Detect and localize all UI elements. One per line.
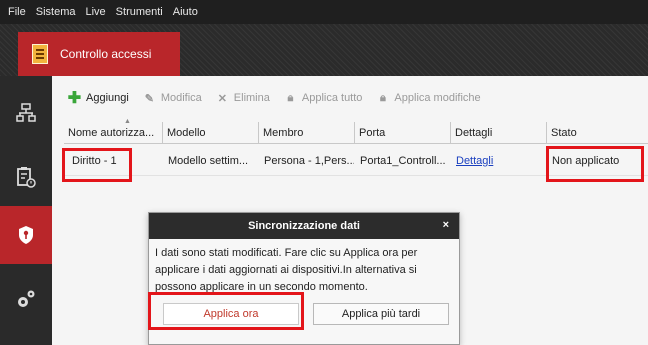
cell-status: Non applicato: [552, 155, 620, 167]
device-tree-icon: [16, 103, 36, 122]
apply-changes-label: Applica modifiche: [394, 92, 481, 104]
menu-bar: File Sistema Live Strumenti Aiuto: [0, 0, 648, 24]
dialog-message: I dati sono stati modificati. Fare clic …: [155, 247, 418, 293]
dialog-title-bar: Sincronizzazione dati ×: [149, 213, 459, 239]
edit-label: Modifica: [160, 92, 202, 104]
table-header: ▲ Nome autorizza... Modello Membro Porta…: [64, 118, 648, 144]
access-shield-icon: [19, 226, 33, 244]
menu-live[interactable]: Live: [81, 6, 111, 18]
lock-icon: 🔒︎: [379, 91, 386, 104]
edit-button[interactable]: ✎ Modifica: [143, 92, 202, 105]
sidebar-item-settings[interactable]: [0, 270, 52, 328]
cell-member: Persona - 1,Pers...: [264, 155, 354, 167]
menu-sistema[interactable]: Sistema: [32, 6, 82, 18]
apply-later-button[interactable]: Applica più tardi: [313, 303, 449, 325]
tab-controllo-accessi[interactable]: Controllo accessi: [18, 32, 180, 76]
sync-dialog: Sincronizzazione dati × I dati sono stat…: [148, 212, 460, 345]
tab-label: Controllo accessi: [60, 47, 152, 61]
close-icon[interactable]: ×: [443, 219, 449, 231]
plus-icon: ✚: [67, 90, 82, 107]
toolbar: ✚ Aggiungi ✎ Modifica ✕ Elimina 🔒︎ Appli…: [52, 76, 648, 120]
cell-details: Dettagli: [452, 146, 546, 176]
delete-button[interactable]: ✕ Elimina: [216, 92, 270, 105]
sidebar-item-access[interactable]: [0, 206, 52, 264]
dialog-buttons: Applica ora Applica più tardi: [149, 303, 459, 333]
column-header-details[interactable]: Dettagli: [450, 122, 546, 144]
log-icon: [17, 167, 36, 188]
column-header-member[interactable]: Membro: [258, 122, 354, 144]
column-header-door[interactable]: Porta: [354, 122, 450, 144]
sidebar-item-log[interactable]: [0, 148, 52, 206]
apply-now-button[interactable]: Applica ora: [163, 303, 299, 325]
left-sidebar: [0, 76, 52, 345]
column-header-name[interactable]: Nome autorizza...: [64, 122, 162, 144]
lock-icon: 🔒︎: [287, 91, 294, 104]
apply-all-label: Applica tutto: [301, 92, 363, 104]
settings-gears-icon: [18, 290, 35, 307]
cell-door: Porta1_Controll...: [360, 155, 446, 167]
details-link[interactable]: Dettagli: [456, 155, 493, 167]
delete-label: Elimina: [233, 92, 270, 104]
tab-strip: Controllo accessi: [0, 24, 648, 76]
dialog-title: Sincronizzazione dati: [248, 220, 360, 232]
column-header-status[interactable]: Stato: [546, 122, 648, 144]
column-header-model[interactable]: Modello: [162, 122, 258, 144]
menu-strumenti[interactable]: Strumenti: [112, 6, 169, 18]
document-icon: [32, 44, 48, 64]
cell-name: Diritto - 1: [72, 155, 117, 167]
apply-all-button[interactable]: 🔒︎ Applica tutto: [284, 91, 363, 105]
sidebar-item-devices[interactable]: [0, 84, 52, 142]
table-row[interactable]: Diritto - 1 Modello settim... Persona - …: [64, 146, 648, 176]
add-button[interactable]: ✚ Aggiungi: [67, 90, 129, 107]
menu-aiuto[interactable]: Aiuto: [169, 6, 204, 18]
menu-file[interactable]: File: [4, 6, 32, 18]
add-label: Aggiungi: [86, 92, 129, 104]
apply-changes-button[interactable]: 🔒︎ Applica modifiche: [376, 91, 481, 105]
edit-icon: ✎: [144, 92, 154, 105]
cell-model: Modello settim...: [168, 155, 249, 167]
close-icon: ✕: [217, 92, 227, 105]
